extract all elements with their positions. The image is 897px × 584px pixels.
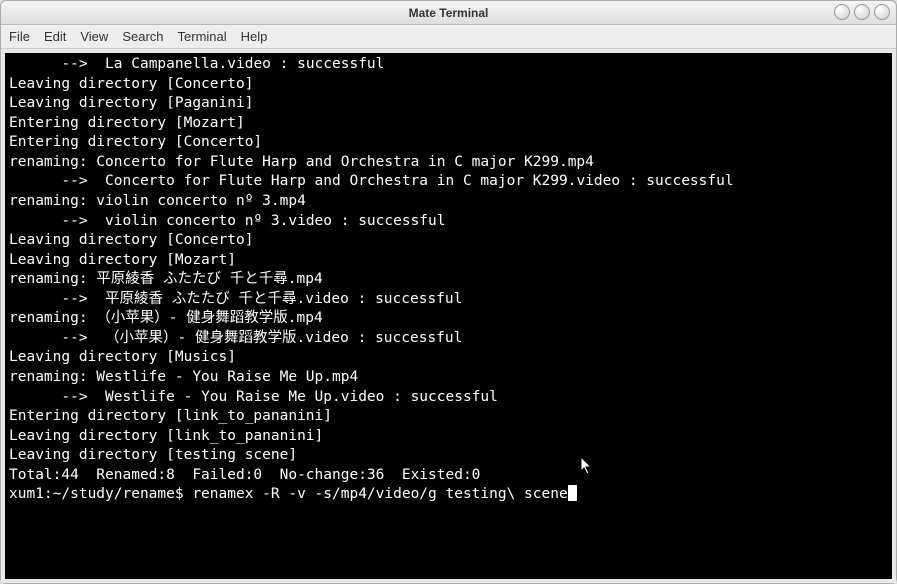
close-button[interactable] (874, 4, 890, 20)
terminal-line: --> La Campanella.video : successful (9, 55, 888, 75)
terminal-line: Entering directory [Mozart] (9, 114, 888, 134)
menubar: File Edit View Search Terminal Help (1, 25, 896, 49)
terminal-line: renaming: Concerto for Flute Harp and Or… (9, 153, 888, 173)
titlebar[interactable]: Mate Terminal (1, 1, 896, 25)
terminal-line: Entering directory [Concerto] (9, 133, 888, 153)
terminal-line: Leaving directory [Paganini] (9, 94, 888, 114)
terminal-line: --> Concerto for Flute Harp and Orchestr… (9, 172, 888, 192)
terminal-line: --> （小苹果）- 健身舞蹈教学版.video : successful (9, 329, 888, 349)
terminal-line: Leaving directory [Concerto] (9, 75, 888, 95)
terminal-line: renaming: 平原綾香 ふたたび 千と千尋.mp4 (9, 270, 888, 290)
menu-view[interactable]: View (80, 29, 108, 44)
prompt-text: xum1:~/study/rename$ (9, 486, 192, 502)
prompt-line[interactable]: xum1:~/study/rename$ renamex -R -v -s/mp… (9, 485, 888, 505)
terminal-line: Leaving directory [Musics] (9, 348, 888, 368)
text-cursor (568, 485, 577, 501)
menu-file[interactable]: File (9, 29, 30, 44)
terminal-line: Total:44 Renamed:8 Failed:0 No-change:36… (9, 466, 888, 486)
terminal-line: Leaving directory [testing scene] (9, 446, 888, 466)
menu-help[interactable]: Help (241, 29, 268, 44)
terminal-line: renaming: Westlife - You Raise Me Up.mp4 (9, 368, 888, 388)
terminal-frame: --> La Campanella.video : successfulLeav… (1, 49, 896, 583)
terminal-line: --> Westlife - You Raise Me Up.video : s… (9, 388, 888, 408)
terminal-window: Mate Terminal File Edit View Search Term… (0, 0, 897, 584)
menu-edit[interactable]: Edit (44, 29, 66, 44)
window-controls (834, 4, 890, 20)
terminal-line: renaming: （小苹果）- 健身舞蹈教学版.mp4 (9, 309, 888, 329)
menu-search[interactable]: Search (122, 29, 163, 44)
command-input[interactable]: renamex -R -v -s/mp4/video/g testing\ sc… (192, 486, 567, 502)
maximize-button[interactable] (854, 4, 870, 20)
window-title: Mate Terminal (409, 6, 489, 20)
terminal-line: Entering directory [link_to_pananini] (9, 407, 888, 427)
terminal-output[interactable]: --> La Campanella.video : successfulLeav… (5, 53, 892, 579)
terminal-line: --> violin concerto nº 3.video : success… (9, 212, 888, 232)
terminal-line: Leaving directory [link_to_pananini] (9, 427, 888, 447)
terminal-line: --> 平原綾香 ふたたび 千と千尋.video : successful (9, 290, 888, 310)
terminal-line: Leaving directory [Mozart] (9, 251, 888, 271)
terminal-line: Leaving directory [Concerto] (9, 231, 888, 251)
terminal-line: renaming: violin concerto nº 3.mp4 (9, 192, 888, 212)
menu-terminal[interactable]: Terminal (178, 29, 227, 44)
minimize-button[interactable] (834, 4, 850, 20)
